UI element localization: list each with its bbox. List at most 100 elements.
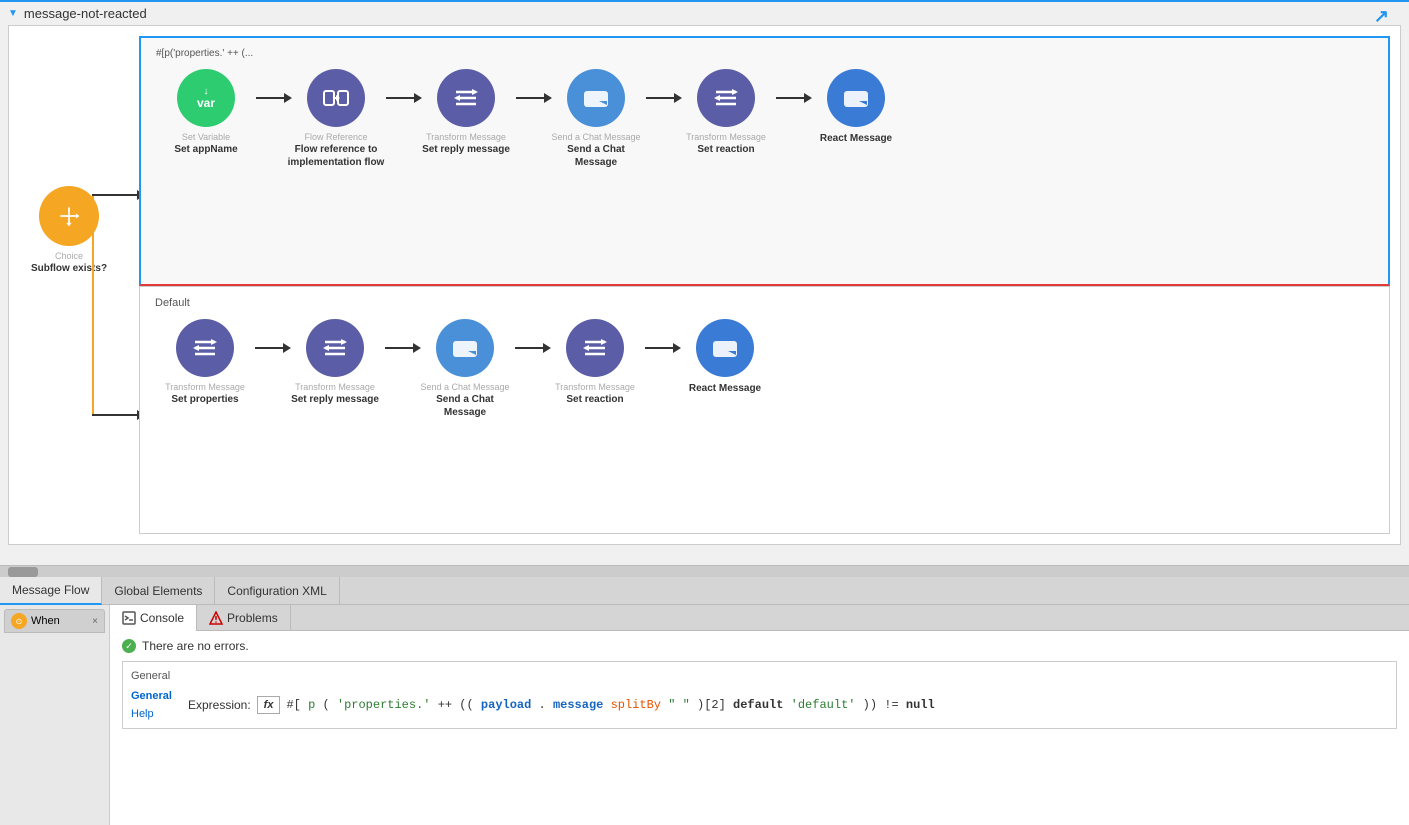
problems-tab[interactable]: Problems <box>197 605 291 631</box>
transform5-icon <box>581 334 609 362</box>
send-chat2-icon <box>450 333 480 363</box>
success-icon <box>122 639 136 653</box>
var-icon: ↓ var <box>197 87 215 109</box>
expr-part10: splitBy <box>611 698 661 712</box>
expr-part17: )) != <box>863 698 906 712</box>
arrow-8 <box>515 319 545 377</box>
tab-global-elements[interactable]: Global Elements <box>102 577 215 605</box>
scrollbar-thumb[interactable] <box>8 567 38 577</box>
flow-title: message-not-reacted <box>24 6 147 21</box>
arrow-2 <box>386 69 416 127</box>
choice-icon <box>56 203 82 229</box>
when-close-button[interactable]: × <box>92 616 98 627</box>
choice-type-label: Choice <box>55 251 83 262</box>
expression-field-row: Expression: fx #[ p ( 'properties.' ++ (… <box>188 696 935 714</box>
tab-message-flow[interactable]: Message Flow <box>0 577 102 605</box>
problems-label: Problems <box>227 611 278 625</box>
node-transform-3[interactable]: Transform Message Set properties <box>155 319 255 406</box>
editor-tabs-bar: Message Flow Global Elements Configurati… <box>0 577 1409 605</box>
send-chat1-name: Send a Chat Message <box>546 143 646 169</box>
expr-part18: null <box>906 698 935 712</box>
expression-row: General Help Expression: fx #[ p ( 'prop… <box>131 690 1388 720</box>
tab-configuration-xml[interactable]: Configuration XML <box>215 577 339 605</box>
when-tab[interactable]: ⊙ When × <box>4 609 105 633</box>
arrow-line-8 <box>515 347 545 349</box>
problems-icon <box>209 611 223 625</box>
no-errors-message: There are no errors. <box>122 639 1397 653</box>
help-left-label[interactable]: Help <box>131 708 172 720</box>
node-transform-4[interactable]: Transform Message Set reply message <box>285 319 385 406</box>
node-send-chat-2[interactable]: Send a Chat Message Send a Chat Message <box>415 319 515 419</box>
node-react-2[interactable]: React Message <box>675 319 775 395</box>
top-branch-expression: #[p('properties.' ++ (... <box>156 48 1373 59</box>
transform1-type: Transform Message <box>426 132 506 143</box>
transform5-circle <box>566 319 624 377</box>
flow-ref-icon <box>321 83 351 113</box>
node-transform-5[interactable]: Transform Message Set reaction <box>545 319 645 406</box>
console-tabs: Console Problems <box>110 605 1409 631</box>
horizontal-scrollbar[interactable] <box>0 565 1409 577</box>
send-chat1-icon <box>581 83 611 113</box>
send-chat1-type: Send a Chat Message <box>551 132 640 143</box>
bottom-branch-label: Default <box>155 297 1374 309</box>
node-send-chat-1[interactable]: Send a Chat Message Send a Chat Message <box>546 69 646 169</box>
expression-label: Expression: <box>188 698 251 712</box>
send-chat2-name: Send a Chat Message <box>415 393 515 419</box>
react2-name: React Message <box>689 382 761 395</box>
transform1-name: Set reply message <box>422 143 510 156</box>
arrow-line-6 <box>255 347 285 349</box>
arrow-5 <box>776 69 806 127</box>
bottom-branch-flow: Transform Message Set properties <box>155 319 1374 419</box>
transform1-icon <box>452 84 480 112</box>
choice-name-label: Subflow exists? <box>31 262 107 275</box>
set-variable-type: Set Variable <box>182 132 230 143</box>
choice-circle <box>39 186 99 246</box>
expr-part14: default <box>733 698 783 712</box>
expr-part13: )[2] <box>697 698 733 712</box>
top-branch-flow: ↓ var Set Variable Set appName <box>156 69 1373 169</box>
bottom-branch: Default Transf <box>139 286 1390 534</box>
fx-button[interactable]: fx <box>257 696 281 714</box>
expression-value: #[ p ( 'properties.' ++ (( payload . mes… <box>286 698 934 712</box>
arrow-pointer-icon: ↗ <box>1374 6 1389 27</box>
expr-part8: message <box>553 698 603 712</box>
set-variable-name: Set appName <box>174 143 237 156</box>
transform2-icon <box>712 84 740 112</box>
expr-part12: " " <box>668 698 690 712</box>
arrow-line-3 <box>516 97 546 99</box>
node-set-variable[interactable]: ↓ var Set Variable Set appName <box>156 69 256 156</box>
transform4-type: Transform Message <box>295 382 375 393</box>
bottom-panels: ⊙ When × Console Proble <box>0 605 1409 825</box>
node-flow-ref[interactable]: Flow Reference Flow reference to impleme… <box>286 69 386 169</box>
right-panels: Console Problems There are no errors. Ge… <box>110 605 1409 825</box>
flow-ref-type: Flow Reference <box>304 132 367 143</box>
collapse-icon[interactable]: ▼ <box>8 8 18 19</box>
console-content: There are no errors. General General Hel… <box>110 631 1409 825</box>
flow-ref-name: Flow reference to implementation flow <box>286 143 386 169</box>
console-icon <box>122 611 136 625</box>
node-transform-2[interactable]: Transform Message Set reaction <box>676 69 776 156</box>
expr-part6: payload <box>481 698 531 712</box>
when-label: When <box>31 615 60 627</box>
expr-part7: . <box>539 698 546 712</box>
flow-canvas: Choice Subflow exists? #[p('properties.'… <box>8 25 1401 545</box>
left-labels: General Help <box>131 690 172 720</box>
transform4-name: Set reply message <box>291 393 379 406</box>
arrow-line-2 <box>386 97 416 99</box>
arrow-line-4 <box>646 97 676 99</box>
arrow-3 <box>516 69 546 127</box>
send-chat2-type: Send a Chat Message <box>420 382 509 393</box>
choice-node[interactable]: Choice Subflow exists? <box>29 186 109 275</box>
when-panel: ⊙ When × <box>0 605 110 825</box>
transform1-circle <box>437 69 495 127</box>
node-react-1[interactable]: React Message <box>806 69 906 145</box>
general-left-label[interactable]: General <box>131 690 172 702</box>
top-branch: #[p('properties.' ++ (... ↓ var Set Vari… <box>139 36 1390 286</box>
expr-part4: 'properties.' <box>337 698 431 712</box>
arrow-line-5 <box>776 97 806 99</box>
console-tab[interactable]: Console <box>110 605 197 631</box>
node-transform-1[interactable]: Transform Message Set reply message <box>416 69 516 156</box>
transform2-type: Transform Message <box>686 132 766 143</box>
send-chat1-circle <box>567 69 625 127</box>
react2-circle <box>696 319 754 377</box>
